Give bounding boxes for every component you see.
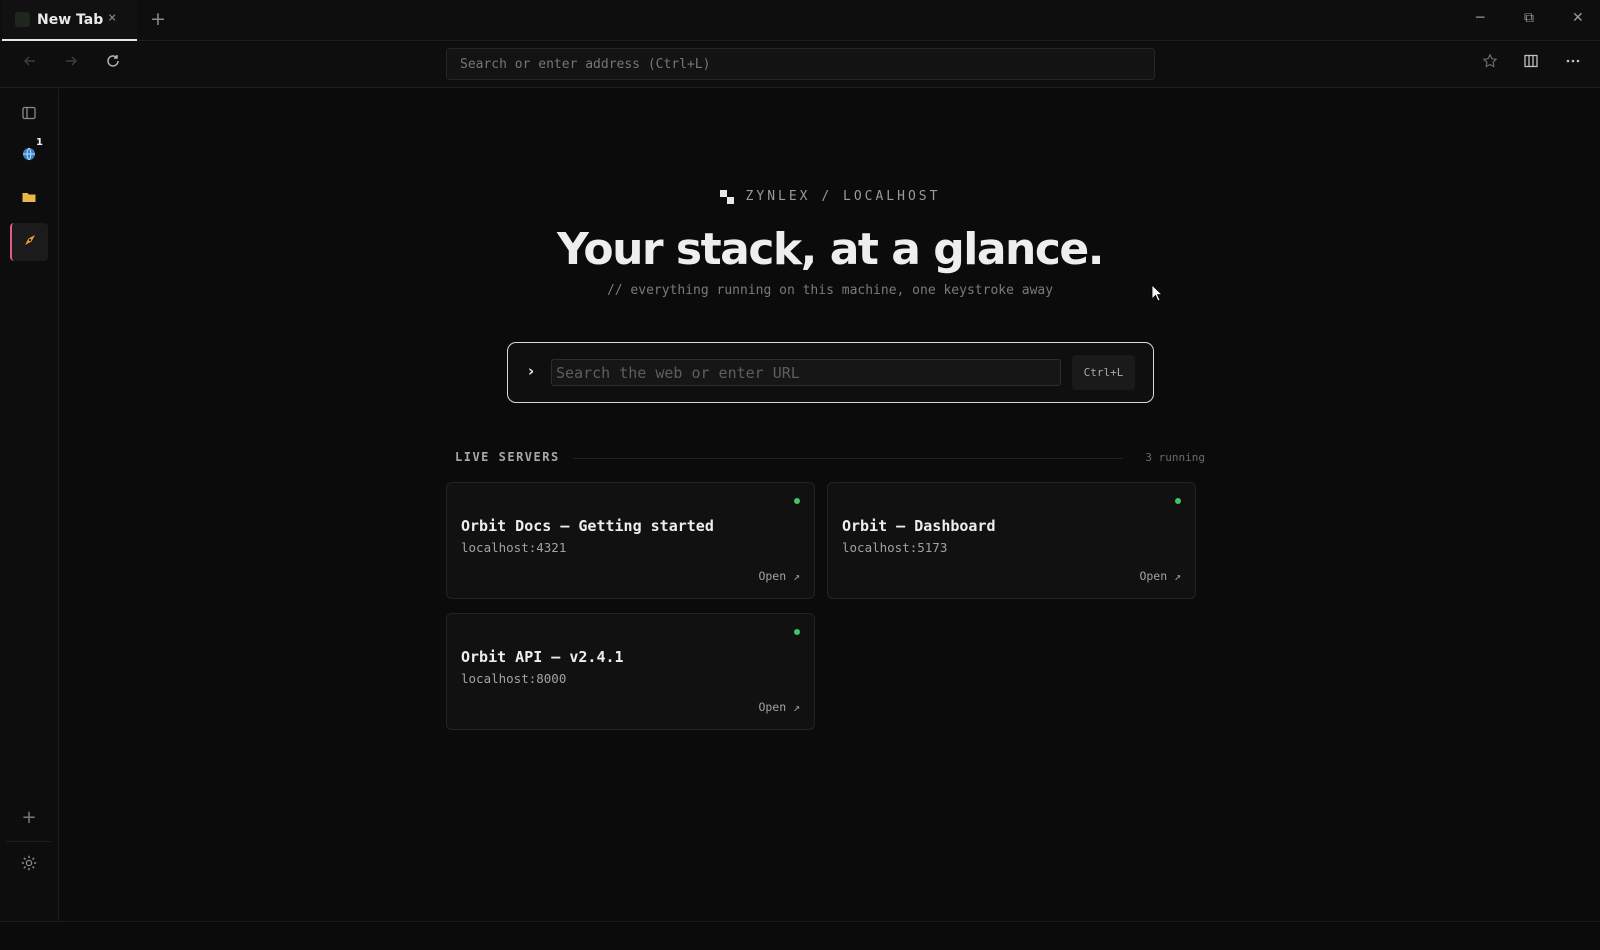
status-online-icon [1175, 498, 1181, 504]
section-divider [573, 458, 1123, 459]
folder-icon [21, 189, 37, 209]
compass-icon [22, 232, 38, 252]
reload-icon[interactable] [105, 53, 121, 74]
shortcut-badge: Ctrl+L [1072, 355, 1135, 390]
open-link[interactable]: Open ↗ [1139, 569, 1181, 583]
address-placeholder: Search or enter address (Ctrl+L) [460, 56, 711, 72]
tab-close-icon[interactable]: × [108, 10, 116, 26]
sidebar-item-explore[interactable] [10, 223, 48, 261]
server-card[interactable]: Orbit Docs — Getting started localhost:4… [446, 482, 815, 599]
server-url: localhost:8000 [461, 671, 567, 686]
server-card[interactable]: Orbit API — v2.4.1 localhost:8000 Open ↗ [446, 613, 815, 730]
open-link[interactable]: Open ↗ [758, 700, 800, 714]
brand-line: ZYNLEX / LOCALHOST [60, 189, 1600, 204]
page-title: Your stack, at a glance. [557, 224, 1104, 275]
sidebar: 1 + [0, 89, 59, 921]
server-title: Orbit Docs — Getting started [461, 517, 714, 535]
tab-new-tab[interactable]: New Tab × [2, 0, 137, 41]
server-title: Orbit — Dashboard [842, 517, 996, 535]
settings-button[interactable] [10, 846, 48, 884]
plus-icon: + [21, 806, 37, 828]
live-servers-header: LIVE SERVERS 3 running [455, 450, 1205, 466]
sidebar-divider [6, 841, 52, 842]
search-input[interactable] [551, 359, 1061, 386]
gear-icon [20, 854, 38, 876]
new-tab-button[interactable]: + [150, 8, 166, 30]
brand-text: ZYNLEX / LOCALHOST [745, 189, 941, 204]
split-view-icon[interactable] [1523, 53, 1539, 74]
address-bar[interactable]: Search or enter address (Ctrl+L) [446, 48, 1155, 80]
status-online-icon [794, 629, 800, 635]
brand-logo-icon [719, 189, 734, 204]
running-count: 3 running [1145, 451, 1205, 464]
search-box: › Ctrl+L [507, 342, 1154, 403]
new-tab-page: ZYNLEX / LOCALHOST Your stack, at a glan… [60, 89, 1600, 921]
prompt-chevron-icon: › [528, 362, 535, 380]
back-icon[interactable] [22, 53, 38, 74]
section-label: LIVE SERVERS [455, 450, 560, 464]
mouse-cursor-icon [1151, 284, 1163, 306]
forward-icon[interactable] [63, 53, 79, 74]
close-window-button[interactable]: ✕ [1572, 10, 1584, 26]
server-card[interactable]: Orbit — Dashboard localhost:5173 Open ↗ [827, 482, 1196, 599]
status-online-icon [794, 498, 800, 504]
toolbar: Search or enter address (Ctrl+L) [0, 42, 1600, 88]
page-subtitle: // everything running on this machine, o… [606, 283, 1054, 298]
server-url: localhost:5173 [842, 540, 948, 555]
sidebar-toggle-icon[interactable] [10, 94, 48, 132]
tab-title: New Tab [37, 11, 104, 28]
restore-button[interactable]: ⧉ [1524, 10, 1534, 26]
minimize-button[interactable]: ─ [1476, 10, 1484, 26]
globe-icon [21, 146, 37, 166]
sidebar-item-files[interactable] [10, 180, 48, 218]
add-sidebar-item-button[interactable]: + [10, 798, 48, 836]
tab-count-badge: 1 [36, 137, 43, 148]
status-bar [0, 921, 1600, 950]
tab-favicon-icon [15, 12, 30, 27]
server-url: localhost:4321 [461, 540, 567, 555]
server-title: Orbit API — v2.4.1 [461, 648, 624, 666]
tab-bar: New Tab × + ─ ⧉ ✕ [0, 0, 1600, 41]
more-icon[interactable] [1565, 53, 1581, 74]
star-icon[interactable] [1482, 53, 1498, 74]
open-link[interactable]: Open ↗ [758, 569, 800, 583]
